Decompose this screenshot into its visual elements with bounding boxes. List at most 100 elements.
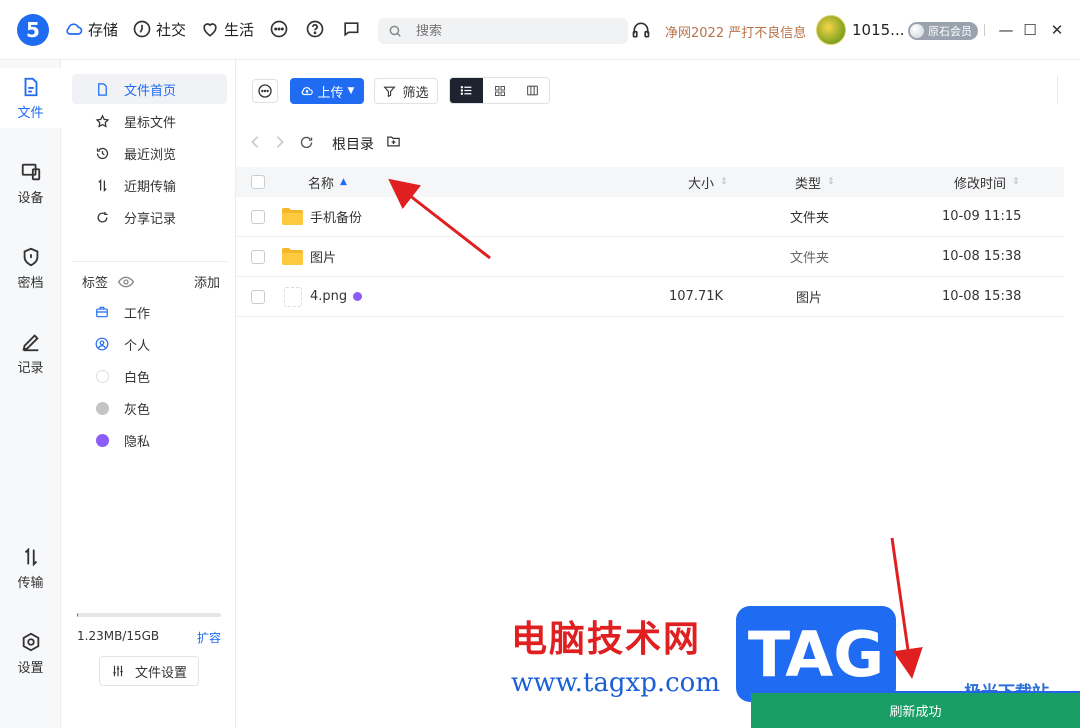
maximize-button[interactable]: ☐ [1020,20,1040,40]
rail-item-transfer-label: 传输 [17,575,44,591]
rail-item-devices[interactable]: 设备 [0,153,61,213]
rail-item-vault[interactable]: 密档 [0,238,61,298]
upload-label: 上传 [317,85,344,101]
promo-text[interactable]: 净网2022 严打不良信息 [665,22,806,41]
toolbar-more-button[interactable] [252,79,278,103]
row-name: 图片 [310,251,337,266]
search-box[interactable] [378,18,628,44]
vip-ball-icon [910,24,924,38]
shield-icon [23,247,38,266]
tag-item-gray[interactable]: 灰色 [72,393,227,423]
side-item-transfers-label: 近期传输 [124,179,177,195]
rail-item-notes[interactable]: 记录 [0,323,61,383]
cloud-icon [66,23,83,35]
vip-badge[interactable]: 原石会员 [908,22,978,40]
sort-icon: ⇕ [720,177,728,187]
sliders-icon [113,665,123,677]
rail-item-transfer[interactable]: 传输 [0,538,61,598]
header-name-label: 名称 [308,176,335,192]
tag-item-private[interactable]: 隐私 [72,425,227,455]
side-item-home[interactable]: 文件首页 [72,74,227,104]
tags-header: 标签 添加 [82,272,220,291]
username[interactable]: 1015... [852,21,904,39]
side-item-transfers[interactable]: 近期传输 [72,170,227,200]
window-divider [984,24,985,36]
app-logo[interactable]: 5 [17,14,49,46]
tag-item-work[interactable]: 工作 [72,297,227,327]
message-button[interactable] [340,18,362,40]
side-item-shares[interactable]: 分享记录 [72,202,227,232]
avatar[interactable] [816,15,846,45]
more-icon [270,20,288,38]
row-size: 107.71K [669,289,724,304]
tag-item-work-label: 工作 [124,306,151,322]
new-folder-button[interactable] [386,134,401,153]
view-column-button[interactable] [516,78,549,103]
row-type: 图片 [796,291,823,306]
tag-item-personal[interactable]: 个人 [72,329,227,359]
private-tag-dot-icon [353,292,363,301]
search-input[interactable] [416,23,596,39]
history-icon [94,145,110,161]
close-button[interactable]: ✕ [1047,20,1067,40]
rail-item-files[interactable]: 文件 [0,68,61,128]
search-icon [389,25,401,37]
header-size-label: 大小 [688,176,715,192]
person-icon [94,336,110,352]
nav-storage[interactable]: 存储 [64,19,118,40]
upload-button[interactable]: 上传 ▼ [290,78,364,104]
watermark-cn: 电脑技术网 [511,619,702,660]
rail-item-settings[interactable]: 设置 [0,623,61,683]
row-checkbox[interactable] [251,197,265,236]
forward-button[interactable] [271,133,289,151]
toolbar-divider [1057,76,1058,104]
row-type: 文件夹 [790,251,830,266]
header-name[interactable]: 名称 ▲ [308,167,347,197]
row-modified: 10-08 15:38 [942,289,1022,304]
refresh-button[interactable] [297,133,315,151]
row-modified: 10-09 11:15 [942,209,1022,224]
document-icon [94,81,110,97]
side-item-recent[interactable]: 最近浏览 [72,138,227,168]
row-checkbox[interactable] [251,237,265,276]
eye-icon[interactable] [118,276,135,288]
header-size[interactable]: 大小 ⇕ [688,167,728,197]
clock-icon [133,20,151,38]
expand-storage-link[interactable]: 扩容 [197,629,221,646]
view-list-button[interactable] [450,78,483,103]
grid-view-icon [494,85,505,96]
refresh-icon [300,136,312,148]
header-type[interactable]: 类型 ⇕ [795,167,835,197]
side-item-starred[interactable]: 星标文件 [72,106,227,136]
side-item-recent-label: 最近浏览 [124,147,177,163]
settings-icon [22,632,39,651]
left-rail: 文件 设备 密档 记录 传输 设置 [0,60,61,728]
rail-item-settings-label: 设置 [17,660,44,676]
help-button[interactable] [304,18,326,40]
minimize-button[interactable]: — [996,20,1016,40]
view-grid-button[interactable] [483,78,516,103]
breadcrumb[interactable]: 根目录 [332,134,374,154]
file-settings-button[interactable]: 文件设置 [99,656,199,686]
more-button[interactable] [268,18,290,40]
side-item-home-label: 文件首页 [124,83,177,99]
row-name: 4.png [310,277,363,316]
row-name: 手机备份 [310,211,363,226]
table-row[interactable]: 手机备份 文件夹 10-09 11:15 [236,197,1064,237]
tag-item-white[interactable]: 白色 [72,361,227,391]
header-modified[interactable]: 修改时间 ⇕ [954,167,1020,197]
back-button[interactable] [246,133,264,151]
sort-icon: ⇕ [827,177,835,187]
headset-button[interactable] [631,20,651,44]
table-row[interactable]: 4.png 107.71K 图片 10-08 15:38 [236,277,1064,317]
select-all-checkbox[interactable] [251,167,265,197]
nav-life[interactable]: 生活 [200,19,254,40]
tag-item-private-label: 隐私 [124,434,151,450]
tag-item-gray-label: 灰色 [124,402,151,418]
tags-add-button[interactable]: 添加 [194,272,220,291]
table-row[interactable]: 图片 文件夹 10-08 15:38 [236,237,1064,277]
chevron-left-icon [251,136,259,148]
nav-social[interactable]: 社交 [132,19,186,40]
row-checkbox[interactable] [251,277,265,316]
filter-button[interactable]: 筛选 [374,78,438,104]
